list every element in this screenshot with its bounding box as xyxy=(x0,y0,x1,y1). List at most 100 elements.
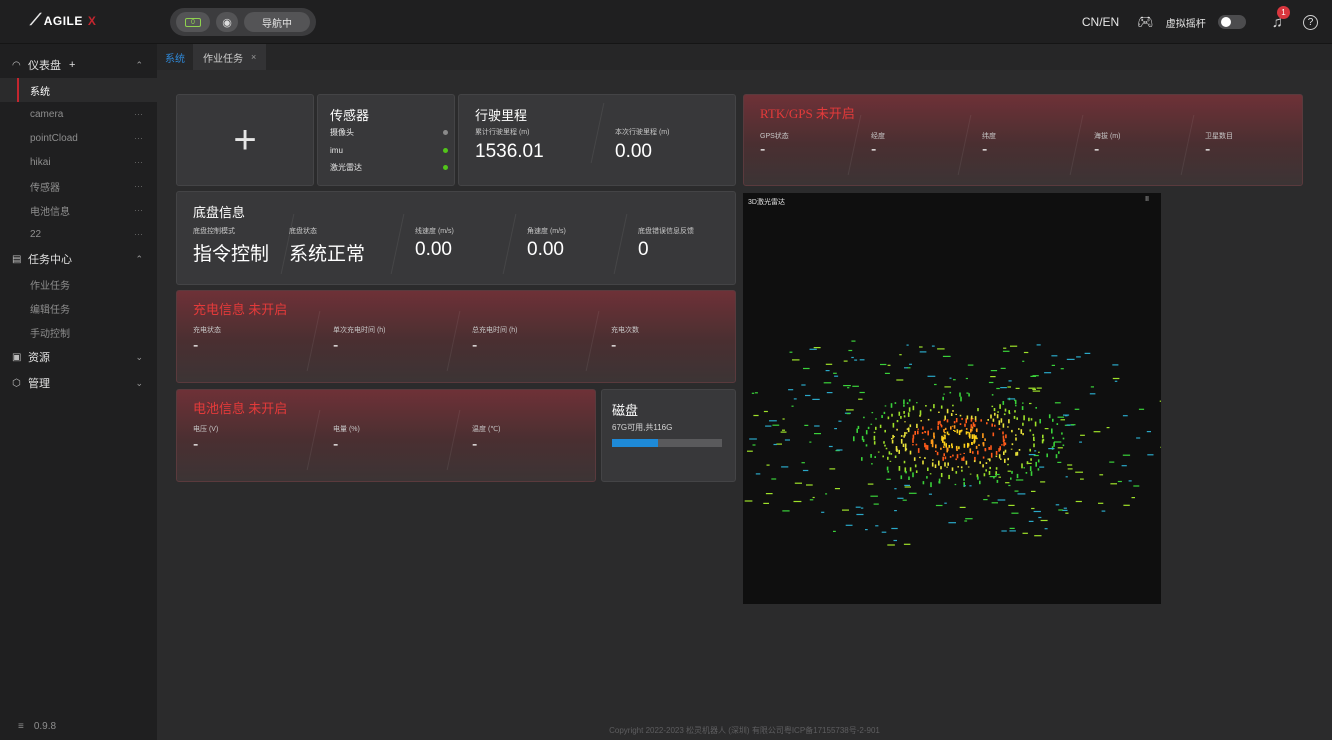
tab-job-tasks[interactable]: 作业任务 × xyxy=(193,44,267,70)
sidebar-group-label: 任务中心 xyxy=(28,254,72,266)
lidar-point xyxy=(1031,507,1035,510)
more-icon[interactable]: ··· xyxy=(134,133,143,143)
lidar-point xyxy=(964,423,966,427)
lidar-point xyxy=(930,428,933,430)
app-logo[interactable]: ⟋ AGILE X xyxy=(30,12,96,30)
virtual-joystick-toggle[interactable] xyxy=(1217,15,1246,29)
lidar-point xyxy=(784,439,790,441)
gps-status: GPS状态 - xyxy=(760,95,860,185)
lidar-point xyxy=(997,411,999,413)
lidar-point xyxy=(949,391,952,394)
status-dot xyxy=(443,147,448,153)
lidar-point xyxy=(1062,437,1065,440)
lidar-point xyxy=(912,444,914,446)
lidar-point xyxy=(928,493,932,495)
lidar-3d-view[interactable]: 3D激光雷达 II xyxy=(743,193,1161,604)
lidar-point xyxy=(983,473,986,477)
sidebar-group-resources[interactable]: ▣ 资源 ⌄ xyxy=(0,344,157,370)
lidar-point xyxy=(1001,530,1007,532)
sidebar-item-camera[interactable]: camera ··· xyxy=(0,102,157,126)
sidebar-group-manage[interactable]: ⬡ 管理 ⌄ xyxy=(0,370,157,396)
pause-icon[interactable]: II xyxy=(1145,196,1149,203)
lidar-point xyxy=(859,359,865,361)
lidar-point xyxy=(825,363,833,365)
lidar-point xyxy=(1058,451,1060,454)
lidar-point xyxy=(958,446,960,450)
status-dot xyxy=(443,164,448,170)
lidar-point xyxy=(848,349,853,352)
sidebar-item-label: 电池信息 xyxy=(30,206,70,218)
lidar-point xyxy=(932,459,934,461)
lidar-point xyxy=(1122,454,1131,456)
more-icon[interactable]: ··· xyxy=(134,229,143,239)
lidar-point xyxy=(942,396,944,401)
lidar-point xyxy=(1121,465,1127,467)
sidebar-item-hikai[interactable]: hikai ··· xyxy=(0,150,157,174)
lidar-point xyxy=(946,466,948,468)
field-label: 纬度 xyxy=(982,133,996,140)
more-icon[interactable]: ··· xyxy=(134,181,143,191)
sidebar-item-battery[interactable]: 电池信息 ··· xyxy=(0,198,157,222)
lidar-point xyxy=(1015,387,1020,389)
menu-collapse-icon[interactable]: ≡ xyxy=(18,721,24,732)
lidar-point xyxy=(956,429,959,434)
lidar-point xyxy=(1000,367,1006,369)
lidar-point xyxy=(940,447,942,450)
lidar-point xyxy=(1033,510,1041,513)
lidar-point xyxy=(857,425,860,429)
sidebar-group-dashboard[interactable]: ◠ 仪表盘 + ⌃ xyxy=(0,52,157,78)
angular-velocity: 角速度 (m/s) 0.00 xyxy=(527,192,627,284)
lidar-point xyxy=(959,453,962,455)
lidar-point xyxy=(877,451,880,453)
lidar-point xyxy=(873,441,876,445)
sidebar-item-pointcload[interactable]: pointCload ··· xyxy=(0,126,157,150)
close-icon[interactable]: × xyxy=(251,52,256,62)
more-icon[interactable]: ··· xyxy=(134,205,143,215)
lidar-point xyxy=(982,433,984,438)
sidebar-item-sensors[interactable]: 传感器 ··· xyxy=(0,174,157,198)
language-switch[interactable]: CN/EN xyxy=(1082,15,1119,29)
sidebar-item-manual-control[interactable]: 手动控制 xyxy=(0,320,157,344)
lidar-point xyxy=(990,376,996,378)
lidar-point xyxy=(1009,527,1015,529)
lidar-point xyxy=(991,405,994,408)
add-dashboard-button[interactable]: + xyxy=(69,59,75,71)
lidar-point xyxy=(1016,451,1019,456)
lidar-point xyxy=(883,411,886,414)
sidebar-group-label: 仪表盘 xyxy=(28,60,61,72)
add-widget-card[interactable]: + xyxy=(176,94,314,186)
lidar-point xyxy=(906,402,909,405)
charging-status: 充电状态 - xyxy=(193,291,313,382)
field-value: - xyxy=(1094,141,1100,158)
lidar-point xyxy=(991,502,998,504)
total-mileage: 累计行驶里程 (m) 1536.01 xyxy=(475,95,595,185)
tab-system[interactable]: 系统 xyxy=(165,44,185,70)
sidebar-item-label: camera xyxy=(30,108,64,120)
more-icon[interactable]: ··· xyxy=(134,109,143,119)
sidebar-item-edit-tasks[interactable]: 编辑任务 xyxy=(0,296,157,320)
lidar-point xyxy=(905,432,908,434)
lidar-point xyxy=(995,467,998,470)
lidar-point xyxy=(1133,485,1140,487)
lidar-point xyxy=(1007,398,1016,400)
current-mileage-value: 0.00 xyxy=(615,141,652,162)
nav-status-badge: 导航中 xyxy=(244,12,310,32)
lidar-point xyxy=(1032,390,1041,392)
sidebar-item-label: 作业任务 xyxy=(30,280,70,292)
sidebar-item-22[interactable]: 22 ··· xyxy=(0,222,157,246)
lidar-point xyxy=(973,439,976,443)
lidar-point xyxy=(893,539,897,542)
lidar-point xyxy=(907,412,910,417)
sidebar-item-job-tasks[interactable]: 作业任务 xyxy=(0,272,157,296)
lidar-point xyxy=(889,460,892,462)
help-icon[interactable]: ? xyxy=(1303,14,1318,30)
more-icon[interactable]: ··· xyxy=(134,157,143,167)
lidar-point xyxy=(1020,429,1023,434)
tab-bar: 系统 作业任务 × xyxy=(157,44,1332,70)
lidar-point xyxy=(1112,364,1119,366)
lidar-point xyxy=(898,411,901,416)
lidar-point xyxy=(1060,419,1065,421)
sidebar-item-system[interactable]: 系统 xyxy=(0,78,157,102)
sidebar-group-task-center[interactable]: ▤ 任务中心 ⌃ xyxy=(0,246,157,272)
notification-bell[interactable]: ♫ 1 xyxy=(1272,5,1290,31)
